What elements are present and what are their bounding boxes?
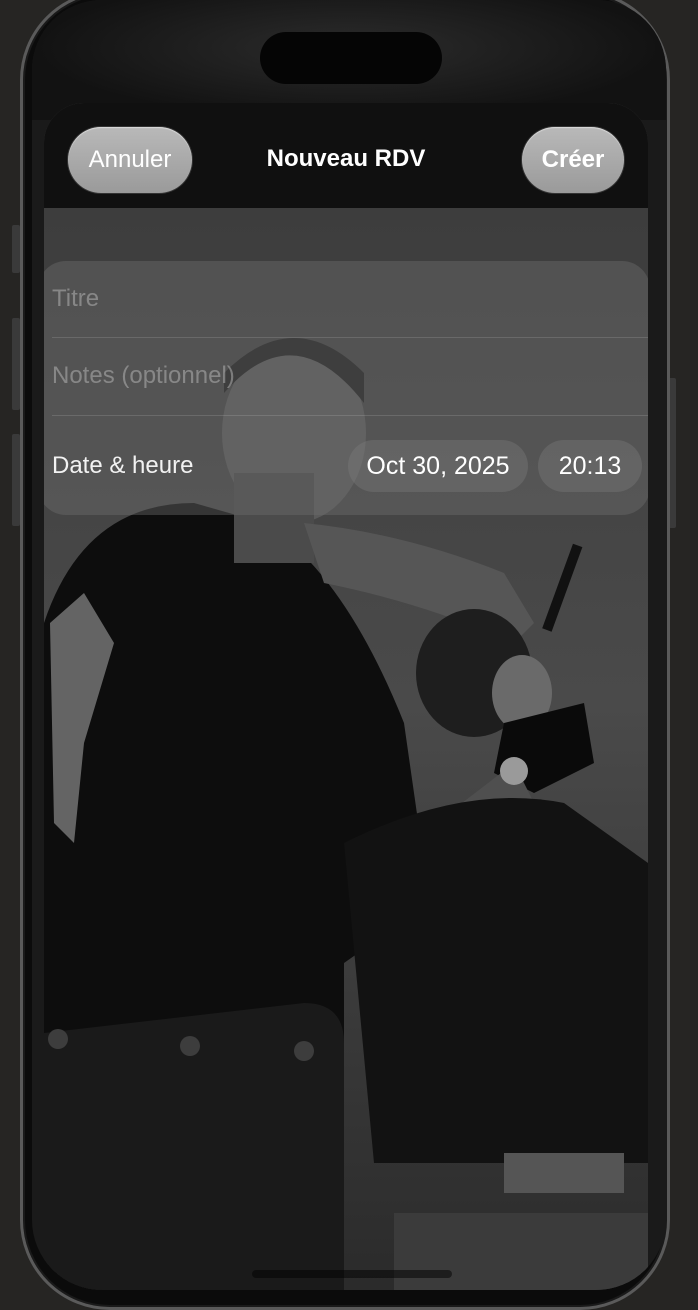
- dynamic-island: [260, 32, 442, 84]
- title-placeholder: Titre: [52, 285, 100, 312]
- create-button[interactable]: Créer: [522, 127, 624, 193]
- phone-screen: Annuler Nouveau RDV Créer Titre Notes (o…: [32, 0, 666, 1290]
- volume-down-button: [12, 318, 20, 410]
- title-field[interactable]: Titre: [52, 261, 648, 338]
- notes-placeholder: Notes (optionnel): [52, 362, 235, 389]
- notes-field[interactable]: Notes (optionnel): [52, 338, 648, 416]
- new-appointment-sheet: Annuler Nouveau RDV Créer Titre Notes (o…: [44, 103, 648, 1290]
- volume-up-button: [12, 225, 20, 273]
- home-indicator: [252, 1270, 452, 1278]
- navigation-bar: Annuler Nouveau RDV Créer: [44, 103, 648, 208]
- date-time-label: Date & heure: [52, 452, 194, 479]
- date-time-row: Date & heure Oct 30, 2025 20:13: [52, 416, 648, 515]
- appointment-form: Titre Notes (optionnel) Date & heure Oct…: [44, 261, 648, 515]
- silent-switch: [12, 434, 20, 526]
- date-picker-button[interactable]: Oct 30, 2025: [348, 440, 528, 492]
- time-picker-button[interactable]: 20:13: [538, 440, 642, 492]
